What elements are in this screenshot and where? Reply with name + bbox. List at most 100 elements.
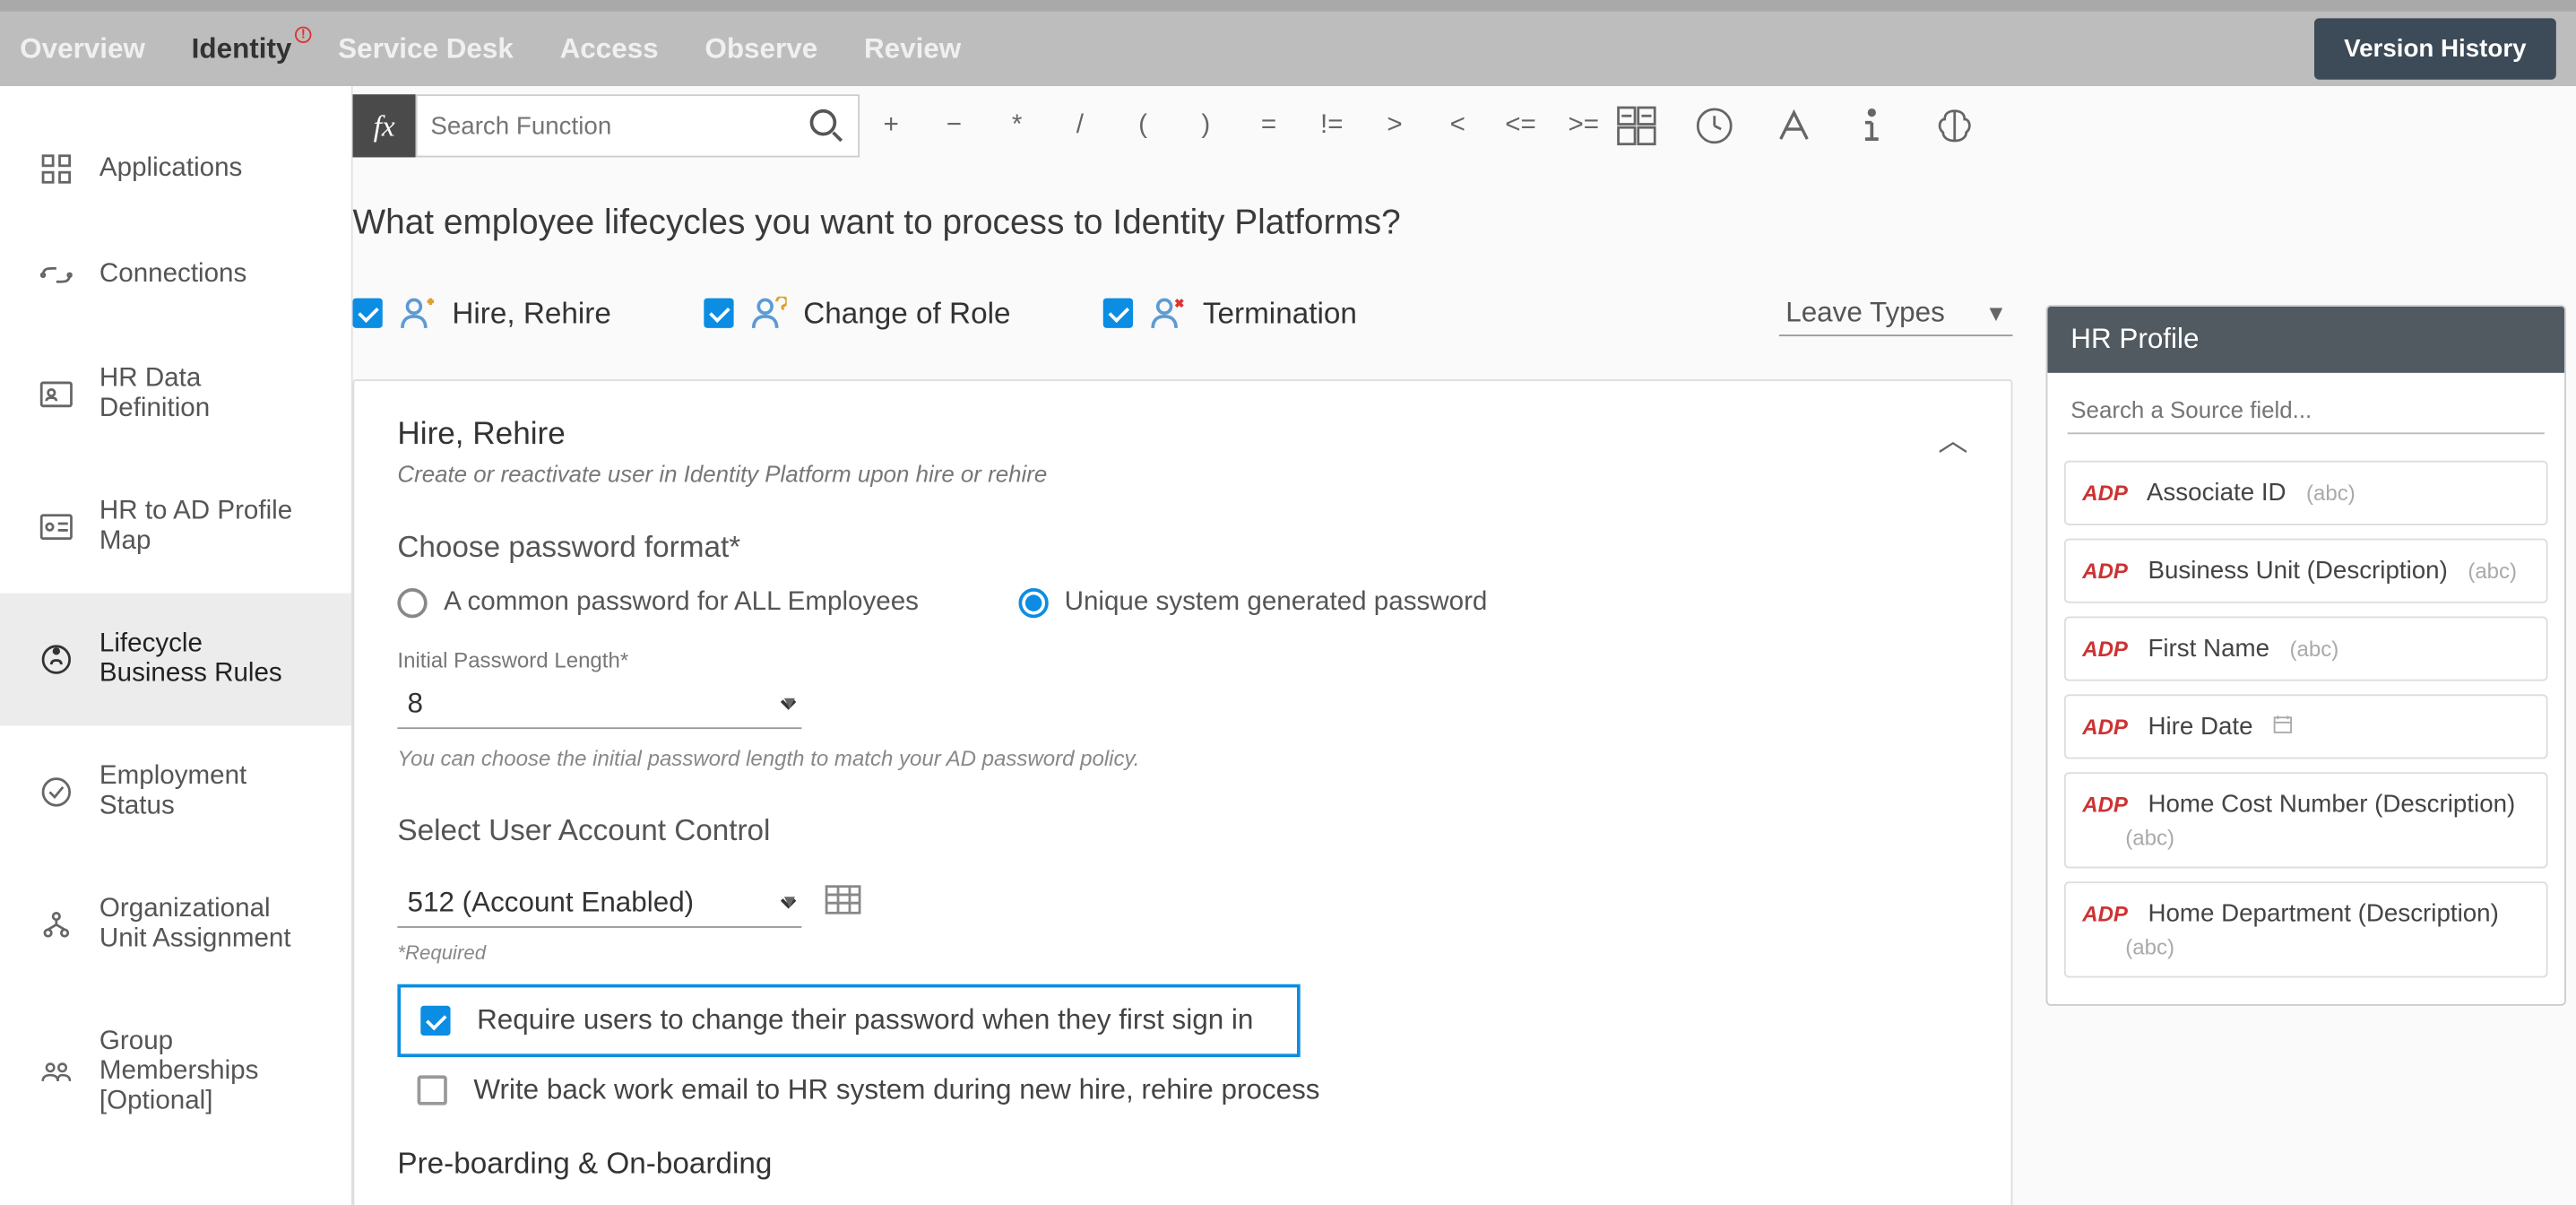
op-minus[interactable]: −: [922, 111, 985, 141]
uac-select[interactable]: 512 (Account Enabled): [398, 879, 802, 928]
adp-brand-icon: ADP: [2082, 481, 2128, 506]
brain-icon[interactable]: [1933, 106, 2013, 145]
search-function-input[interactable]: [431, 112, 808, 140]
hr-field-item[interactable]: ADP Home Cost Number (Description) (abc): [2064, 772, 2548, 868]
checkbox-hire[interactable]: [353, 299, 383, 328]
tab-service-desk[interactable]: Service Desk: [338, 32, 514, 65]
tab-observe[interactable]: Observe: [705, 32, 817, 65]
user-cycle-icon: [750, 297, 787, 330]
info-icon[interactable]: [1854, 106, 1933, 145]
op-div[interactable]: /: [1049, 111, 1111, 141]
leave-types-select[interactable]: Leave Types: [1779, 290, 2013, 336]
hr-field-type: (abc): [2468, 559, 2517, 584]
sidebar-item-groups[interactable]: Group Memberships [Optional]: [0, 991, 351, 1153]
sidebar-item-connections[interactable]: Connections: [0, 222, 351, 328]
search-icon[interactable]: [808, 108, 845, 144]
checkbox-change-password[interactable]: [420, 1006, 450, 1036]
lifecycle-hire[interactable]: Hire, Rehire: [353, 296, 611, 331]
hr-profile-title: HR Profile: [2047, 307, 2564, 373]
radio-unique-password[interactable]: Unique system generated password: [1018, 588, 1488, 618]
op-gt[interactable]: >: [1363, 111, 1426, 141]
op-lte[interactable]: <=: [1490, 111, 1552, 141]
table-icon[interactable]: [825, 885, 861, 915]
clock-icon[interactable]: [1695, 106, 1775, 145]
sidebar-item-applications[interactable]: Applications: [0, 116, 351, 221]
hr-profile-search-input[interactable]: [2068, 386, 2545, 435]
lifecycle-termination[interactable]: Termination: [1103, 296, 1357, 331]
radio-common-password[interactable]: A common password for ALL Employees: [398, 588, 920, 618]
groups-icon: [39, 1055, 73, 1088]
radio-icon: [398, 588, 428, 618]
search-function-box: [416, 94, 860, 157]
version-history-button[interactable]: Version History: [2314, 18, 2556, 79]
hr-field-item[interactable]: ADP Business Unit (Description) (abc): [2064, 539, 2548, 603]
sidebar-item-label: HR to AD Profile Map: [99, 497, 312, 557]
sidebar-item-profile-map[interactable]: HR to AD Profile Map: [0, 461, 351, 594]
op-gte[interactable]: >=: [1552, 111, 1615, 141]
checkbox-row-change-password[interactable]: Require users to change their password w…: [398, 984, 1301, 1057]
checkbox-termination[interactable]: [1103, 299, 1133, 328]
checkbox-writeback[interactable]: [418, 1076, 447, 1105]
tab-identity-label: Identity: [192, 32, 292, 64]
hr-field-item[interactable]: ADP Home Department (Description) (abc): [2064, 881, 2548, 977]
adp-brand-icon: ADP: [2082, 715, 2128, 740]
fx-button[interactable]: fx: [353, 94, 416, 157]
sidebar-item-label: Employment Status: [99, 762, 312, 822]
sidebar-item-lifecycle[interactable]: Lifecycle Business Rules: [0, 594, 351, 726]
leave-types-select-wrap: Leave Types: [1779, 290, 2013, 336]
chevron-up-icon[interactable]: ︿: [1938, 418, 1967, 461]
op-mult[interactable]: *: [986, 111, 1049, 141]
question-heading: What employee lifecycles you want to pro…: [353, 204, 2013, 243]
link-icon: [39, 258, 73, 291]
checkbox-change[interactable]: [705, 299, 734, 328]
hr-field-name: Hire Date: [2148, 713, 2252, 741]
hr-profile-list[interactable]: ADP Associate ID (abc) ADP Business Unit…: [2047, 447, 2564, 1004]
tab-identity[interactable]: Identity !: [192, 32, 292, 65]
op-neq[interactable]: !=: [1301, 111, 1363, 141]
sidebar-item-label: Organizational Unit Assignment: [99, 895, 312, 955]
password-length-select[interactable]: 8: [398, 680, 802, 729]
sidebar-item-employment[interactable]: Employment Status: [0, 726, 351, 859]
lifecycle-change[interactable]: Change of Role: [705, 296, 1011, 331]
radio-common-label: A common password for ALL Employees: [444, 588, 919, 618]
hr-field-item[interactable]: ADP First Name (abc): [2064, 617, 2548, 681]
adp-brand-icon: ADP: [2082, 792, 2128, 817]
cycle-icon: [39, 643, 73, 676]
sidebar-item-label: HR Data Definition: [99, 365, 312, 425]
font-icon[interactable]: [1774, 106, 1854, 145]
checkbox-row-writeback[interactable]: Write back work email to HR system durin…: [398, 1057, 1968, 1123]
hr-field-name: Business Unit (Description): [2148, 557, 2447, 585]
sidebar-item-hr-data[interactable]: HR Data Definition: [0, 328, 351, 461]
hr-field-name: Home Cost Number (Description): [2148, 791, 2515, 819]
lifecycle-hire-label: Hire, Rehire: [453, 296, 611, 331]
sidebar-item-label: Group Memberships [Optional]: [99, 1027, 312, 1117]
checkbox-change-password-label: Require users to change their password w…: [477, 1004, 1253, 1037]
sidebar-item-ou[interactable]: Organizational Unit Assignment: [0, 858, 351, 991]
tab-review[interactable]: Review: [864, 32, 961, 65]
op-lparen[interactable]: (: [1111, 111, 1174, 141]
hr-field-name: Associate ID: [2147, 479, 2286, 507]
tab-overview[interactable]: Overview: [20, 32, 145, 65]
op-lt[interactable]: <: [1426, 111, 1489, 141]
hr-field-item[interactable]: ADP Associate ID (abc): [2064, 461, 2548, 525]
alert-icon: !: [295, 26, 311, 42]
table-grid-icon[interactable]: [1615, 104, 1695, 147]
hr-field-type: (abc): [2125, 934, 2529, 959]
uac-label: Select User Account Control: [398, 813, 1968, 848]
function-bar: fx + − * / ( ) =: [353, 94, 2013, 157]
radio-icon: [1018, 588, 1048, 618]
op-rparen[interactable]: ): [1174, 111, 1237, 141]
password-format-label: Choose password format*: [398, 530, 1968, 565]
required-note: *Required: [398, 941, 1968, 965]
card-subtitle: Create or reactivate user in Identity Pl…: [398, 461, 1939, 488]
adp-brand-icon: ADP: [2082, 637, 2128, 662]
org-icon: [39, 908, 73, 941]
radio-unique-label: Unique system generated password: [1065, 588, 1488, 618]
hr-field-item[interactable]: ADP Hire Date: [2064, 694, 2548, 759]
tab-access[interactable]: Access: [560, 32, 659, 65]
checkbox-writeback-label: Write back work email to HR system durin…: [474, 1074, 1320, 1107]
password-length-label: Initial Password Length*: [398, 648, 1968, 673]
op-plus[interactable]: +: [860, 111, 922, 141]
op-eq[interactable]: =: [1238, 111, 1301, 141]
hr-field-name: Home Department (Description): [2148, 900, 2498, 928]
